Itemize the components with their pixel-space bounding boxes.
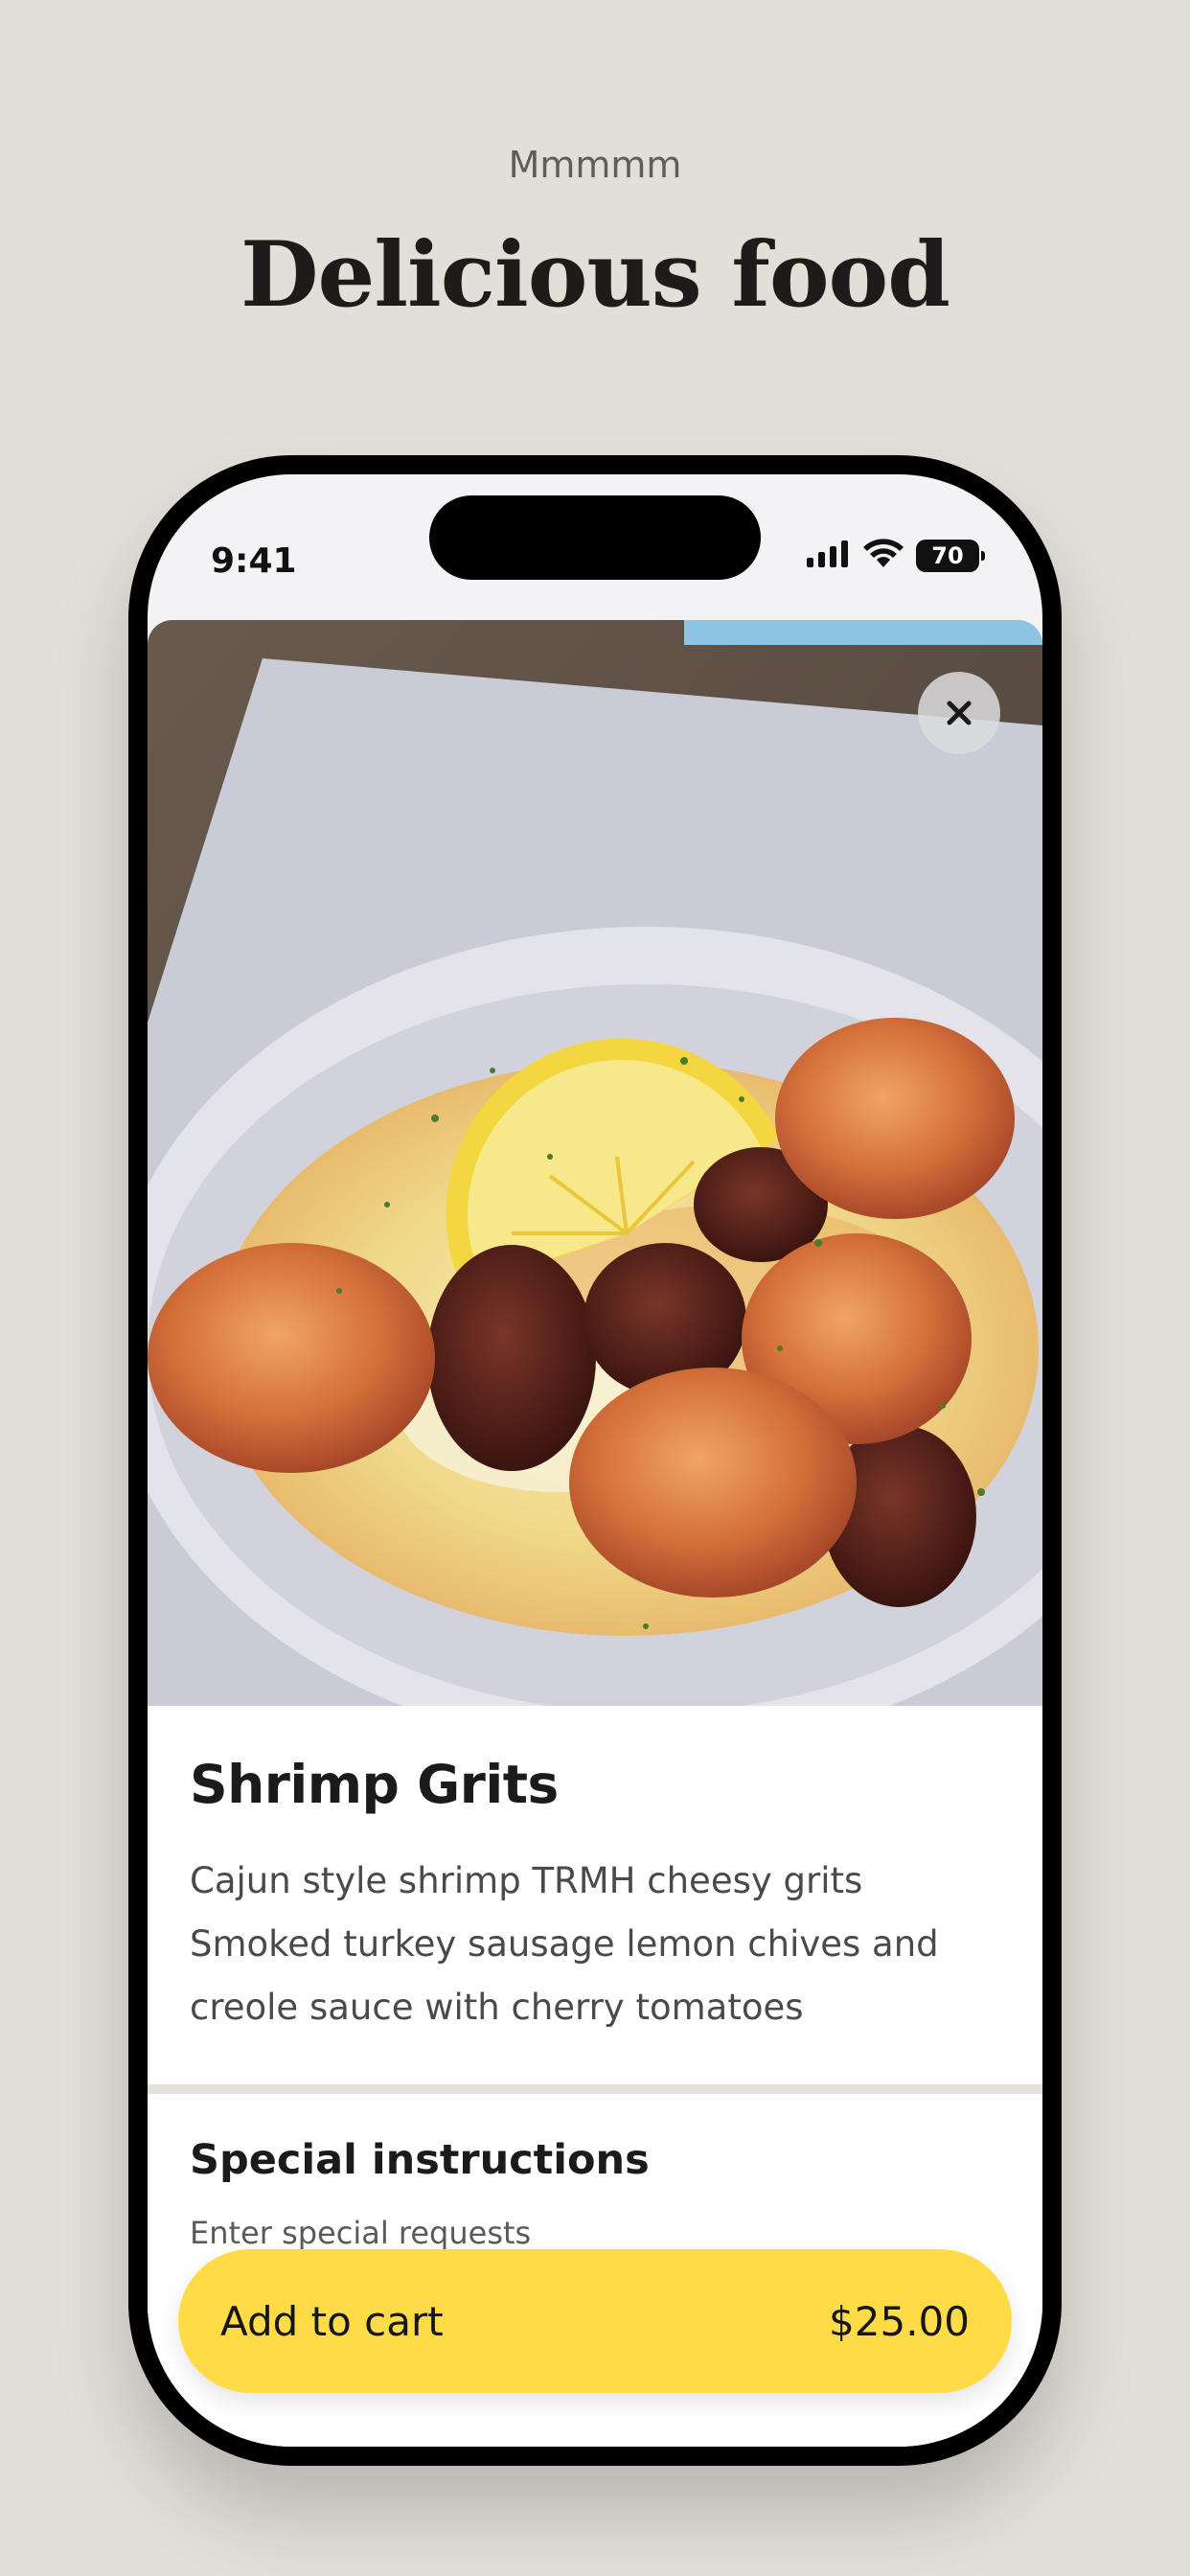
promo-headline: Delicious food (240, 222, 950, 328)
promo-eyebrow: Mmmmm (508, 144, 682, 186)
add-to-cart-button[interactable]: Add to cart $25.00 (178, 2249, 1012, 2393)
cellular-signal-icon (805, 539, 851, 574)
wifi-icon (862, 538, 904, 574)
product-title: Shrimp Grits (190, 1754, 559, 1815)
phone-frame: 9:41 70 Shrimp Grits Cajun style shrimp … (128, 455, 1062, 2466)
close-icon (943, 697, 975, 729)
dynamic-island (429, 495, 761, 580)
product-info: Shrimp Grits Cajun style shrimp TRMH che… (148, 1706, 1042, 2084)
add-to-cart-label: Add to cart (220, 2297, 444, 2345)
special-instructions-title: Special instructions (190, 2136, 650, 2184)
status-icons: 70 (805, 532, 985, 580)
close-button[interactable] (918, 672, 1000, 754)
product-description: Cajun style shrimp TRMH cheesy grits Smo… (190, 1860, 939, 2028)
shrimp-and-grits-photo (148, 620, 1042, 1706)
battery-icon: 70 (916, 540, 985, 572)
phone-screen: 9:41 70 Shrimp Grits Cajun style shrimp … (148, 474, 1042, 2447)
section-divider (148, 2084, 1042, 2094)
cart-price: $25.00 (829, 2297, 970, 2345)
product-sheet: Shrimp Grits Cajun style shrimp TRMH che… (148, 620, 1042, 2447)
status-time: 9:41 (211, 541, 297, 581)
